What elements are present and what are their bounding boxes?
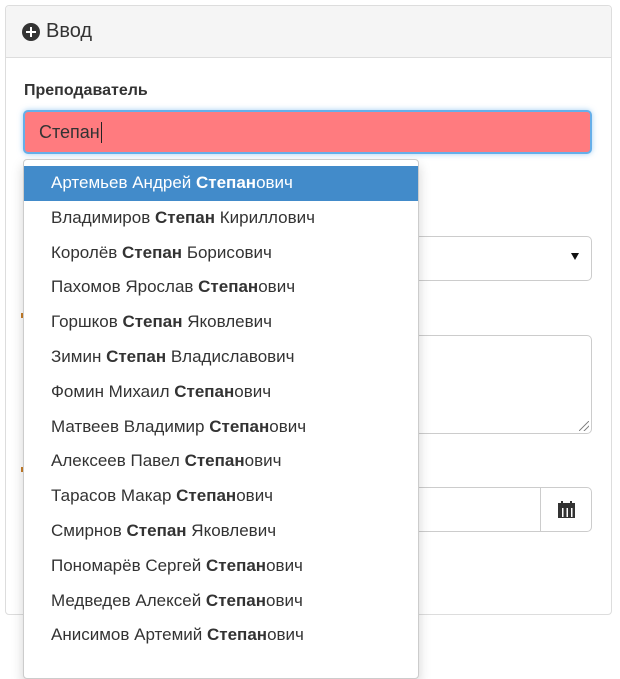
panel-heading: Ввод xyxy=(6,6,611,58)
suggestion-text: Яковлевич xyxy=(182,312,272,332)
suggestion-text: Алексеев Павел xyxy=(51,451,185,471)
comment-textarea[interactable] xyxy=(418,335,592,434)
suggestion-item[interactable]: Зимин Степан Владиславович xyxy=(24,340,418,375)
suggestion-text: Горшков xyxy=(51,312,123,332)
suggestion-text: Артемьев Андрей xyxy=(51,173,196,192)
suggestion-item[interactable]: Пономарёв Сергей Степанович xyxy=(24,549,418,584)
suggestion-text: Зимин xyxy=(51,346,107,366)
suggestion-text: ович xyxy=(266,555,303,575)
date-input[interactable] xyxy=(418,487,540,532)
suggestion-match: Степан xyxy=(198,277,259,297)
suggestion-match: Степан xyxy=(176,486,237,506)
suggestion-match: Степан xyxy=(196,173,257,192)
suggestion-text: Владиславович xyxy=(166,346,295,366)
autocomplete-dropdown: Артемьев Андрей Степанович Владимиров Сте… xyxy=(23,159,419,679)
suggestion-text: Смирнов xyxy=(51,520,127,540)
calendar-icon xyxy=(557,500,575,518)
suggestion-match: Степан xyxy=(126,520,187,540)
suggestion-text: ович xyxy=(265,590,303,610)
suggestion-text: Яковлевич xyxy=(186,520,277,540)
suggestion-match: Степан xyxy=(184,451,245,471)
suggestion-match: Степан xyxy=(205,590,266,610)
suggestion-item[interactable]: Тарасов Макар Степанович xyxy=(24,479,418,514)
suggestion-item[interactable]: Медведев Алексей Степанович xyxy=(24,584,418,619)
type-select[interactable] xyxy=(418,236,592,281)
suggestion-item[interactable]: Анисимов Артемий Степанович xyxy=(24,618,418,653)
suggestion-text: Анисимов Артемий xyxy=(51,625,207,645)
suggestion-text: ович xyxy=(267,625,304,645)
calendar-button[interactable] xyxy=(540,487,592,532)
panel-title: Ввод xyxy=(46,20,93,42)
suggestion-text: Фомин Михаил xyxy=(51,381,175,401)
suggestion-text: Кириллович xyxy=(215,207,315,227)
suggestion-text: Медведев Алексей xyxy=(51,590,206,610)
suggestion-item[interactable]: Матвеев Владимир Степанович xyxy=(24,410,418,445)
suggestion-text: ович xyxy=(269,416,307,436)
suggestion-item[interactable]: Смирнов Степан Яковлевич xyxy=(24,514,418,549)
suggestion-match: Степан xyxy=(106,346,167,366)
plus-circle-icon xyxy=(22,22,40,41)
suggestion-text: Борисович xyxy=(182,242,272,262)
suggestion-text: ович xyxy=(236,486,274,506)
suggestion-match: Степан xyxy=(207,625,268,645)
suggestion-text: ович xyxy=(256,173,293,192)
suggestion-text: ович xyxy=(258,277,296,297)
suggestion-match: Степан xyxy=(209,416,270,436)
suggestion-item[interactable]: Алексеев Павел Степанович xyxy=(24,444,418,479)
suggestion-text: Пахомов Ярослав xyxy=(51,277,199,297)
teacher-label: Преподаватель xyxy=(24,82,148,99)
suggestion-item[interactable]: Владимиров Степан Кириллович xyxy=(24,201,418,236)
suggestion-text: ович xyxy=(234,381,272,401)
teacher-input[interactable]: Степан xyxy=(23,110,592,154)
suggestion-item[interactable]: Горшков Степан Яковлевич xyxy=(24,305,418,340)
suggestion-text: ович xyxy=(244,451,282,471)
suggestion-text: Тарасов Макар xyxy=(51,486,177,506)
resize-grip-icon[interactable] xyxy=(579,421,589,431)
suggestion-match: Степан xyxy=(206,555,267,575)
suggestion-text: Владимиров xyxy=(51,207,155,227)
suggestion-match: Степан xyxy=(154,207,216,227)
suggestion-item[interactable]: Пахомов Ярослав Степанович xyxy=(24,270,418,305)
suggestion-match: Степан xyxy=(174,381,235,401)
text-cursor xyxy=(100,121,102,143)
suggestion-item[interactable]: Королёв Степан Борисович xyxy=(24,236,418,271)
suggestion-match: Степан xyxy=(122,242,183,262)
suggestion-match: Степан xyxy=(122,312,183,332)
suggestion-item[interactable]: Фомин Михаил Степанович xyxy=(24,375,418,410)
suggestion-text: Матвеев Владимир xyxy=(51,416,210,436)
teacher-input-value: Степан xyxy=(39,121,100,142)
suggestion-item[interactable]: Артемьев Андрей Степанович xyxy=(24,166,418,201)
caret-down-icon xyxy=(571,253,579,260)
suggestion-text: Королёв xyxy=(51,242,123,262)
suggestion-text: Пономарёв Сергей xyxy=(51,555,207,575)
